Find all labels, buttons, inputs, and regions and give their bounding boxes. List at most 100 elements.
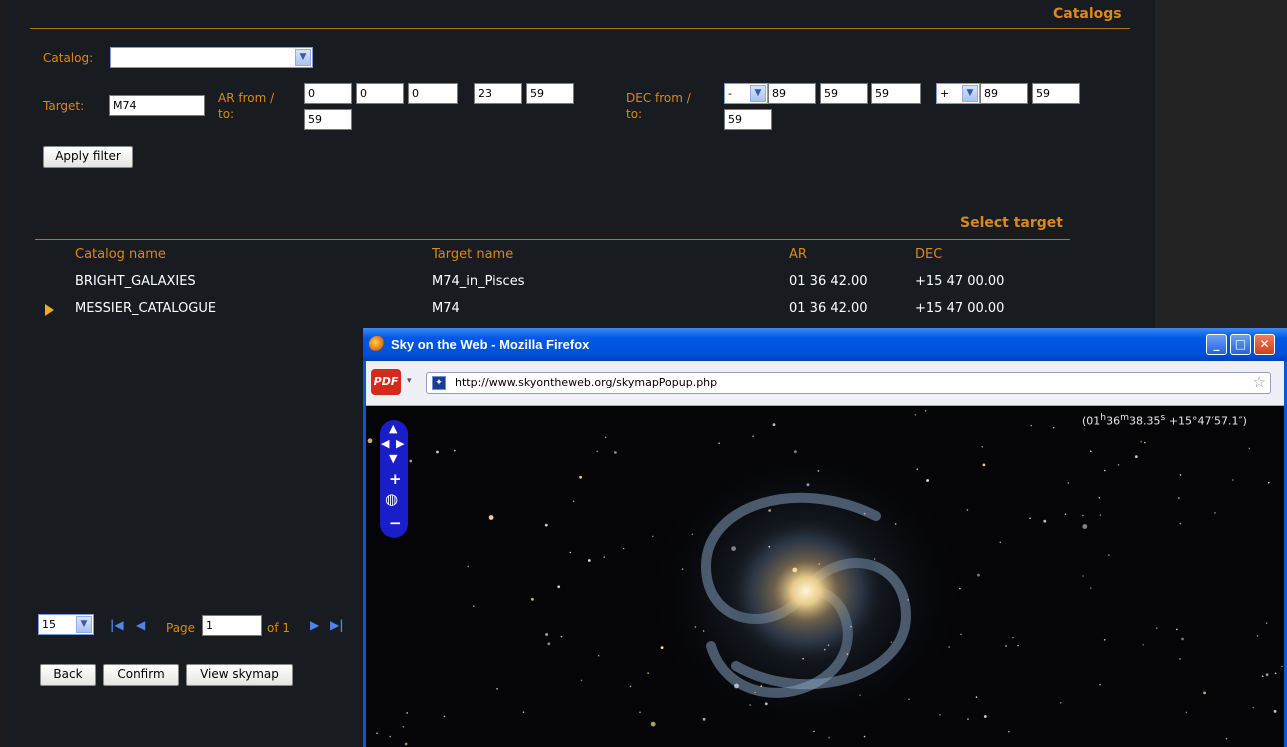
view-skymap-button[interactable]: View skymap	[186, 664, 293, 686]
dec-to-seconds[interactable]: 59	[724, 109, 772, 130]
last-page-icon[interactable]: ▶|	[330, 618, 344, 632]
cell-dec: +15 47 00.00	[915, 274, 1005, 289]
dec-from-minutes[interactable]: 59	[820, 83, 868, 104]
star	[660, 646, 664, 649]
first-page-icon[interactable]: |◀	[110, 618, 124, 632]
star	[926, 479, 929, 482]
star	[597, 654, 600, 657]
star	[691, 533, 694, 536]
pdf-icon[interactable]: PDF	[371, 369, 401, 395]
star	[752, 435, 754, 437]
star	[1281, 665, 1283, 668]
star	[873, 558, 876, 560]
star	[731, 546, 736, 551]
target-input[interactable]: M74	[109, 95, 205, 116]
pan-down-icon[interactable]: ▼	[389, 452, 397, 465]
star	[694, 626, 697, 628]
star	[1099, 514, 1102, 516]
globe-icon[interactable]: ◍	[385, 490, 398, 508]
previous-page-icon[interactable]: ◀	[136, 618, 145, 632]
selected-arrow-icon	[45, 304, 54, 316]
ar-to-seconds[interactable]: 59	[304, 109, 352, 130]
close-icon[interactable]: ✕	[1254, 334, 1275, 355]
star	[614, 451, 617, 454]
star	[472, 605, 475, 607]
dec-from-seconds[interactable]: 59	[871, 83, 921, 104]
star	[587, 559, 591, 562]
star	[579, 475, 582, 479]
star	[702, 630, 705, 632]
dec-to-degrees[interactable]: 89	[980, 83, 1028, 104]
dec-to-sign-select[interactable]: + ▼	[936, 83, 980, 104]
star	[1179, 522, 1182, 525]
apply-filter-button[interactable]: Apply filter	[43, 146, 133, 168]
table-row-selected[interactable]: MESSIER_CATALOGUE M74 01 36 42.00 +15 47…	[35, 297, 1070, 321]
star	[1108, 554, 1110, 556]
ar-from-hours[interactable]: 0	[304, 83, 352, 104]
dec-to-minutes[interactable]: 59	[1032, 83, 1080, 104]
dec-label: DEC from /	[626, 91, 691, 105]
ar-to-hours[interactable]: 23	[474, 83, 522, 104]
star	[960, 633, 962, 636]
catalogs-title: Catalogs	[1053, 6, 1122, 22]
star	[924, 410, 927, 412]
star	[580, 679, 583, 682]
cell-catalog: BRIGHT_GALAXIES	[75, 274, 196, 289]
cell-ar: 01 36 42.00	[789, 274, 868, 289]
target-label: Target:	[43, 99, 85, 113]
star	[443, 715, 446, 718]
chevron-down-icon[interactable]: ▼	[295, 49, 311, 66]
zoom-in-icon[interactable]: +	[389, 470, 402, 488]
dec-from-sign-select[interactable]: - ▼	[724, 83, 768, 104]
skymap-popup-window[interactable]: Sky on the Web - Mozilla Firefox _ □ ✕ P…	[363, 328, 1287, 747]
page-size-select[interactable]: 15 ▼	[38, 614, 94, 635]
star	[983, 715, 987, 718]
maximize-icon[interactable]: □	[1230, 334, 1251, 355]
pan-right-icon[interactable]: ▶	[396, 437, 404, 450]
pan-up-icon[interactable]: ▲	[389, 422, 397, 435]
ar-to-minutes[interactable]: 59	[526, 83, 574, 104]
table-row[interactable]: BRIGHT_GALAXIES M74_in_Pisces 01 36 42.0…	[35, 270, 1070, 294]
catalog-select[interactable]: ▼	[110, 47, 313, 68]
star	[863, 735, 866, 738]
galaxy-image	[366, 406, 1284, 747]
star	[734, 683, 739, 689]
star	[1060, 702, 1062, 704]
star	[1030, 424, 1033, 427]
star	[1017, 644, 1019, 647]
window-titlebar[interactable]: Sky on the Web - Mozilla Firefox _ □ ✕	[363, 328, 1287, 361]
minimize-icon[interactable]: _	[1206, 334, 1227, 355]
zoom-out-icon[interactable]: −	[389, 514, 402, 532]
star	[1185, 711, 1188, 714]
star	[817, 470, 820, 472]
star	[818, 563, 820, 565]
chevron-down-icon[interactable]: ▼	[750, 85, 766, 102]
dec-from-degrees[interactable]: 89	[768, 83, 816, 104]
coordinates-readout: (01h36m38.35s +15°47′57.1″)	[1082, 412, 1247, 428]
star	[436, 450, 439, 454]
cell-target: M74_in_Pisces	[432, 274, 525, 289]
dropdown-icon[interactable]: ▾	[407, 376, 412, 386]
chevron-down-icon[interactable]: ▼	[76, 616, 92, 633]
star	[1252, 706, 1255, 709]
chevron-down-icon[interactable]: ▼	[962, 85, 978, 102]
bookmark-star-icon[interactable]: ☆	[1253, 373, 1266, 391]
next-page-icon[interactable]: ▶	[310, 618, 319, 632]
star	[404, 742, 408, 746]
star	[1248, 447, 1251, 450]
cell-target: M74	[432, 301, 460, 316]
title-divider	[30, 28, 1130, 29]
page-number-input[interactable]: 1	[202, 615, 262, 636]
ar-from-seconds[interactable]: 0	[408, 83, 458, 104]
star	[1090, 450, 1092, 453]
pan-left-icon[interactable]: ◀	[381, 437, 389, 450]
back-button[interactable]: Back	[40, 664, 96, 686]
url-bar[interactable]: ✦ http://www.skyontheweb.org/skymapPopup…	[426, 372, 1271, 394]
star	[948, 646, 950, 648]
confirm-button[interactable]: Confirm	[103, 664, 179, 686]
ar-from-minutes[interactable]: 0	[356, 83, 404, 104]
sky-map-view[interactable]: ▲ ◀ ▶ ▼ + ◍ − (01h36m38.35s +15°47′57.1″…	[366, 406, 1284, 747]
star	[1261, 675, 1264, 678]
cell-catalog: MESSIER_CATALOGUE	[75, 301, 217, 316]
star	[939, 714, 941, 716]
